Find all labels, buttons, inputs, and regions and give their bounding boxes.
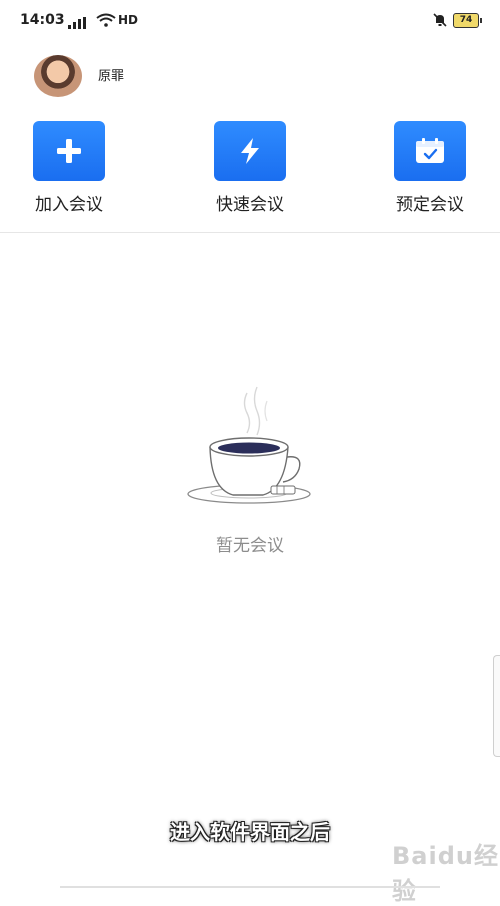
schedule-meeting-tile[interactable] [394, 121, 466, 181]
section-divider [0, 232, 500, 233]
empty-state-text: 暂无会议 [216, 536, 284, 556]
signal-icon [68, 14, 90, 33]
quick-meeting-button[interactable]: 快速会议 [195, 121, 305, 215]
watermark-logo: Baidu经验 [392, 842, 499, 905]
join-meeting-tile[interactable] [33, 121, 105, 181]
bottom-divider [60, 886, 440, 888]
status-bar: 14:03 HD 74 [0, 0, 500, 40]
join-meeting-button[interactable]: 加入会议 [14, 121, 124, 215]
plus-icon [57, 139, 81, 163]
network-type: HD [118, 13, 139, 27]
wifi-icon [96, 12, 116, 31]
mute-bell-icon [432, 12, 448, 32]
battery-indicator: 74 [453, 13, 482, 28]
user-name: 原罪 [98, 69, 125, 84]
quick-meeting-tile[interactable] [214, 121, 286, 181]
side-scroll-handle[interactable] [493, 655, 500, 757]
quick-meeting-label: 快速会议 [216, 195, 284, 215]
schedule-meeting-label: 预定会议 [396, 195, 464, 215]
join-meeting-label: 加入会议 [35, 195, 103, 215]
status-time: 14:03 [20, 12, 65, 28]
avatar[interactable] [34, 55, 82, 97]
lightning-icon [241, 138, 259, 164]
calendar-check-icon [416, 138, 444, 163]
schedule-meeting-button[interactable]: 预定会议 [375, 121, 485, 215]
coffee-cup-icon [185, 385, 315, 514]
